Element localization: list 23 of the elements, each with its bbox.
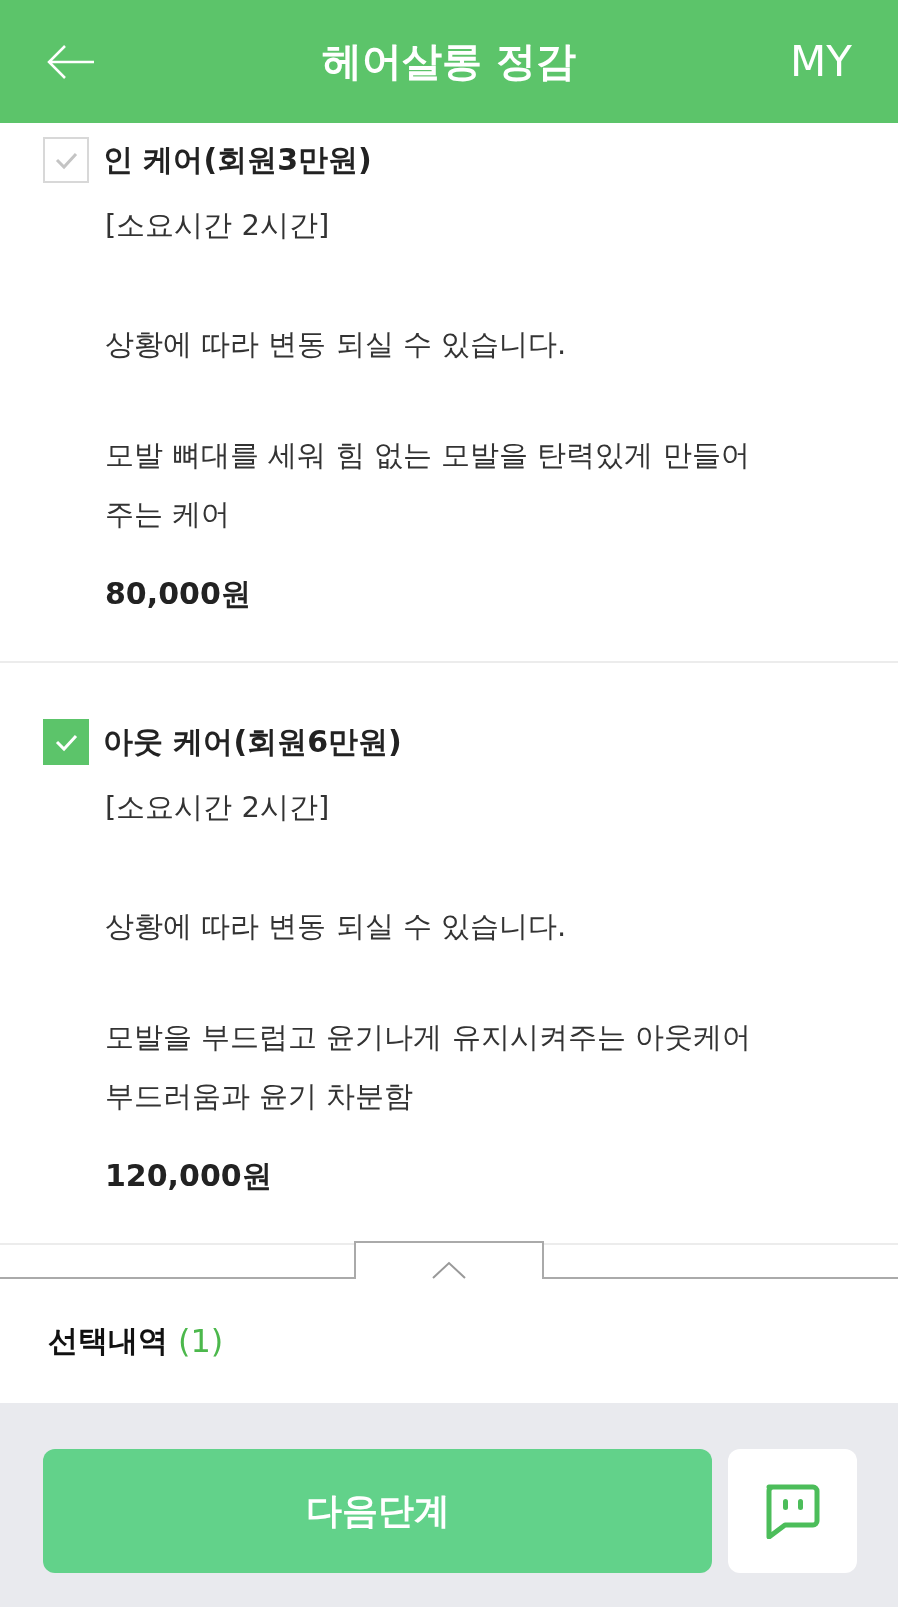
note-text: 상황에 따라 변동 되실 수 있습니다. [105,326,568,363]
checkbox[interactable] [43,719,89,765]
expand-handle[interactable] [354,1241,544,1279]
caret-up-icon [432,1261,466,1279]
checkbox[interactable] [43,137,89,183]
description-text: 모발 뼈대를 세워 힘 없는 모발을 탄력있게 만들어 주는 케어 [105,437,751,533]
service-title: 아웃 케어(회원6만원) [103,722,402,761]
price-text: 120,000원 [105,1157,273,1195]
my-link[interactable]: MY [790,37,852,86]
description-text: 모발을 부드럽고 윤기나게 유지시켜주는 아웃케어 부드러움과 윤기 차분함 [105,1019,752,1115]
note-text: 상황에 따라 변동 되실 수 있습니다. [105,908,568,945]
check-icon [53,732,79,752]
page-title: 헤어살롱 정감 [322,37,576,86]
back-arrow-icon[interactable] [46,43,96,80]
selection-label: 선택내역 [48,1321,168,1360]
chat-button[interactable] [728,1449,857,1573]
next-step-button[interactable]: 다음단계 [43,1449,712,1573]
price-text: 80,000원 [105,575,252,613]
selection-count: (1) [178,1322,224,1360]
check-icon [53,150,79,170]
duration-text: [소요시간 2시간] [105,207,331,244]
service-title: 인 케어(회원3만원) [103,140,372,179]
duration-text: [소요시간 2시간] [105,789,331,826]
